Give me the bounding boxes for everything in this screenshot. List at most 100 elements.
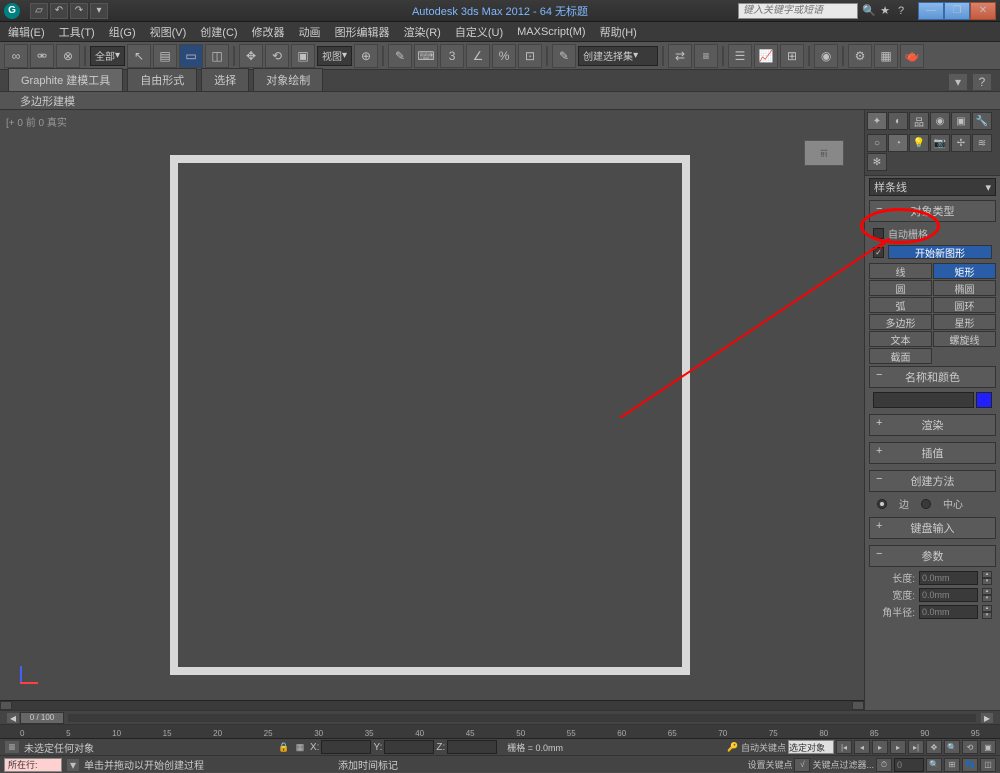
window-crossing-icon[interactable]: ◫ [205, 44, 229, 68]
nav-pan-icon[interactable]: ✥ [926, 740, 942, 754]
menu-group[interactable]: 组(G) [109, 24, 136, 40]
render-header[interactable]: 渲染 [869, 414, 996, 436]
cp-tab-create-icon[interactable]: ✦ [867, 112, 887, 130]
curve-editor-icon[interactable]: 📈 [754, 44, 778, 68]
help-icon[interactable]: ? [894, 4, 908, 18]
shape-category-dropdown[interactable]: 样条线▾ [869, 178, 996, 196]
radio-edge[interactable] [877, 499, 887, 509]
percent-snap-icon[interactable]: % [492, 44, 516, 68]
coord-system[interactable]: 视图 ▾ [317, 46, 352, 66]
object-color-swatch[interactable] [976, 392, 992, 408]
time-slider-track[interactable] [68, 714, 976, 722]
view-cube[interactable]: 前 [804, 140, 844, 166]
menu-modifiers[interactable]: 修改器 [252, 24, 285, 40]
selection-filter[interactable]: 全部 ▾ [90, 46, 125, 66]
ribbon-help-icon[interactable]: ? [972, 73, 992, 91]
scale-icon[interactable]: ▣ [291, 44, 315, 68]
cp-tab-display-icon[interactable]: ▣ [951, 112, 971, 130]
btn-ngon[interactable]: 多边形 [869, 314, 932, 330]
name-color-header[interactable]: 名称和颜色 [869, 366, 996, 388]
redo-icon[interactable]: ↷ [70, 3, 88, 19]
nav-zoom2-icon[interactable]: 🔍 [926, 758, 942, 772]
sel-obj-dropdown[interactable] [788, 740, 834, 754]
time-config-icon[interactable]: ⏱ [876, 758, 892, 772]
tab-selection[interactable]: 选择 [201, 68, 249, 91]
qat-more-icon[interactable]: ▾ [90, 3, 108, 19]
keyboard-header[interactable]: 键盘输入 [869, 517, 996, 539]
pivot-icon[interactable]: ⊕ [354, 44, 378, 68]
btn-section[interactable]: 截面 [869, 348, 932, 364]
nav-orbit-icon[interactable]: ⟲ [962, 740, 978, 754]
key-filter-button[interactable]: 关键点过滤器... [812, 758, 874, 771]
undo-icon[interactable]: ↶ [50, 3, 68, 19]
radio-center[interactable] [921, 499, 931, 509]
rotate-icon[interactable]: ⟲ [265, 44, 289, 68]
close-button[interactable]: ✕ [970, 2, 996, 20]
corner-spinner[interactable]: 0.0mm [919, 605, 978, 619]
cp-sub-lights-icon[interactable]: 💡 [909, 134, 929, 152]
tab-freeform[interactable]: 自由形式 [127, 68, 197, 91]
cp-sub-helpers-icon[interactable]: ✢ [951, 134, 971, 152]
schematic-icon[interactable]: ⊞ [780, 44, 804, 68]
rectangle-shape[interactable] [170, 155, 690, 675]
select-name-icon[interactable]: ▤ [153, 44, 177, 68]
nav-max-icon[interactable]: ▣ [980, 740, 996, 754]
menu-view[interactable]: 视图(V) [150, 24, 187, 40]
sel-set-input[interactable]: 所在行: [4, 758, 62, 772]
select-icon[interactable]: ↖ [127, 44, 151, 68]
autogrid-checkbox[interactable] [873, 228, 884, 239]
spinner-snap-icon[interactable]: ⊡ [518, 44, 542, 68]
menu-create[interactable]: 创建(C) [200, 24, 237, 40]
cp-sub-systems-icon[interactable]: ✻ [867, 153, 887, 171]
render-setup-icon[interactable]: ⚙ [848, 44, 872, 68]
cp-sub-cameras-icon[interactable]: 📷 [930, 134, 950, 152]
manipulate-icon[interactable]: ✎ [388, 44, 412, 68]
mini-listener-icon[interactable]: ≡ [4, 740, 20, 754]
play-icon[interactable]: ▸ [872, 740, 888, 754]
nav-fov-icon[interactable]: ⊞ [944, 758, 960, 772]
nav-walk-icon[interactable]: 👣 [962, 758, 978, 772]
time-slider-right-icon[interactable]: ▸ [980, 712, 994, 724]
coord-x[interactable] [321, 740, 371, 754]
selset-lock-icon[interactable]: ▾ [66, 758, 80, 772]
key-mode-icon[interactable]: √ [794, 758, 810, 772]
object-type-header[interactable]: 对象类型 [869, 200, 996, 222]
width-spinner[interactable]: 0.0mm [919, 588, 978, 602]
menu-maxscript[interactable]: MAXScript(M) [517, 26, 585, 38]
menu-tools[interactable]: 工具(T) [59, 24, 95, 40]
timeline-ruler[interactable]: 05101520253035404550556065707580859095 [0, 725, 1000, 739]
bind-icon[interactable]: ⊗ [56, 44, 80, 68]
tab-paint[interactable]: 对象绘制 [253, 68, 323, 91]
menu-edit[interactable]: 编辑(E) [8, 24, 45, 40]
app-icon[interactable]: G [4, 3, 20, 19]
favorite-icon[interactable]: ★ [878, 4, 892, 18]
btn-circle[interactable]: 圆 [869, 280, 932, 296]
cp-tab-motion-icon[interactable]: ◉ [930, 112, 950, 130]
btn-arc[interactable]: 弧 [869, 297, 932, 313]
menu-render[interactable]: 渲染(R) [404, 24, 441, 40]
set-key-button[interactable]: 设置关键点 [747, 758, 792, 771]
sel-lock-icon[interactable]: ▦ [294, 741, 306, 753]
search-icon[interactable]: 🔍 [862, 4, 876, 18]
lock-icon[interactable]: 🔒 [278, 741, 290, 753]
cp-sub-shapes-icon[interactable]: ◔ [888, 134, 908, 152]
tab-graphite[interactable]: Graphite 建模工具 [8, 68, 123, 91]
edit-named-sel-icon[interactable]: ✎ [552, 44, 576, 68]
viewport[interactable]: [+ 0 前 0 真实 前 [0, 110, 864, 710]
menu-animation[interactable]: 动画 [299, 24, 321, 40]
cp-sub-geometry-icon[interactable]: ○ [867, 134, 887, 152]
length-spinner[interactable]: 0.0mm [919, 571, 978, 585]
key-icon[interactable]: 🔑 [727, 741, 739, 753]
render-icon[interactable]: 🫖 [900, 44, 924, 68]
nav-max2-icon[interactable]: ◫ [980, 758, 996, 772]
search-input[interactable] [738, 3, 858, 19]
align-icon[interactable]: ≡ [694, 44, 718, 68]
minimize-button[interactable]: — [918, 2, 944, 20]
play-start-icon[interactable]: |◂ [836, 740, 852, 754]
start-new-checkbox[interactable]: ✓ [873, 247, 884, 258]
angle-snap-icon[interactable]: ∠ [466, 44, 490, 68]
play-prev-icon[interactable]: ◂ [854, 740, 870, 754]
btn-rectangle[interactable]: 矩形 [933, 263, 996, 279]
btn-donut[interactable]: 圆环 [933, 297, 996, 313]
btn-text[interactable]: 文本 [869, 331, 932, 347]
